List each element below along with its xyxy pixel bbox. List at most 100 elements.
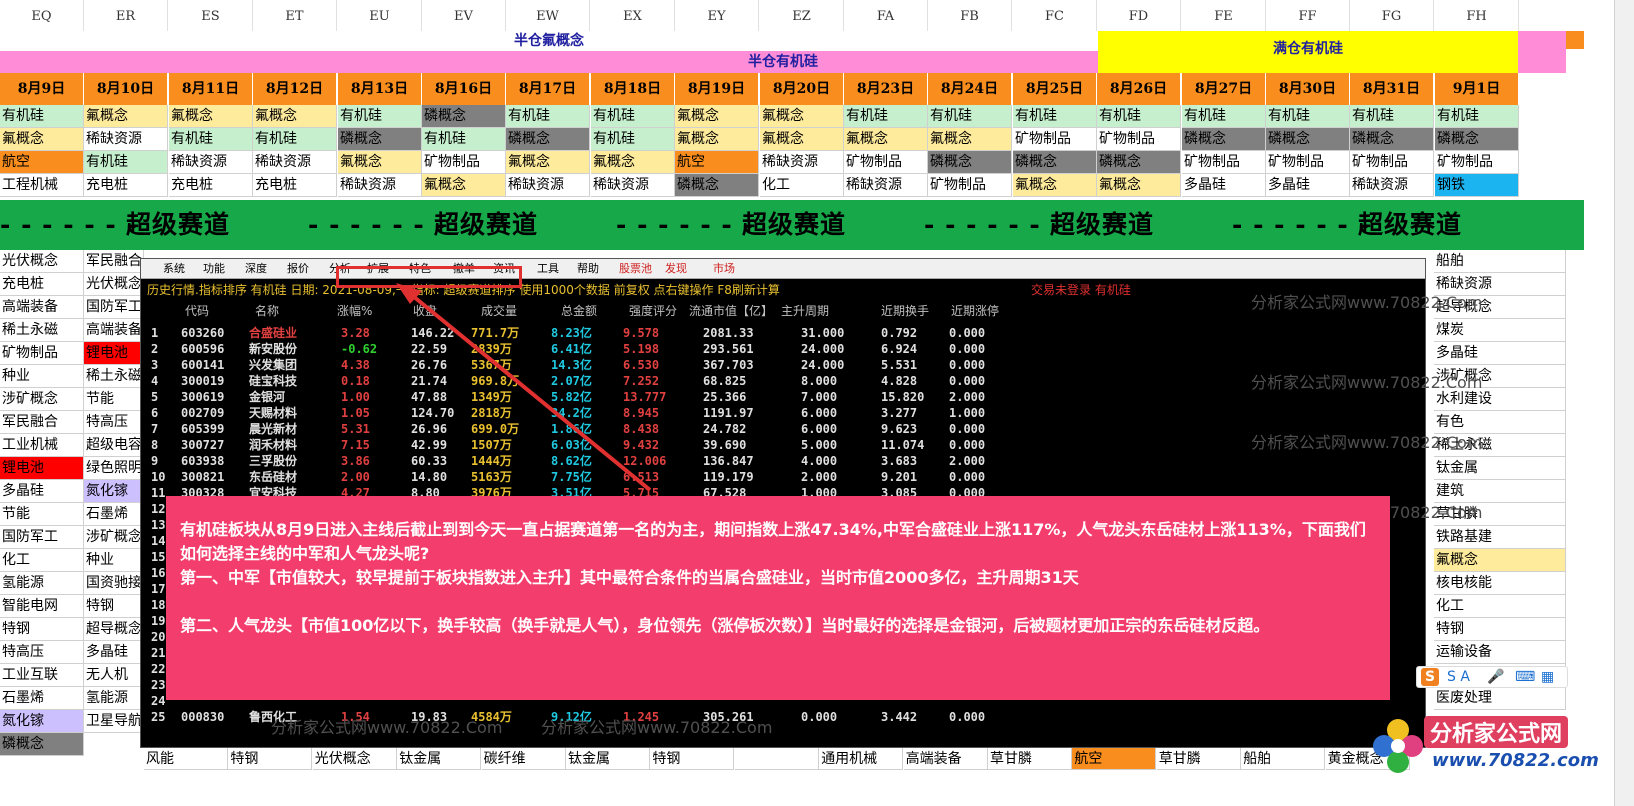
concept-cell[interactable]: 锂电池 (84, 342, 144, 365)
concept-cell[interactable]: 航空 (1072, 748, 1157, 770)
concept-cell[interactable]: 氟概念 (928, 128, 1012, 151)
column-header[interactable]: EU (338, 0, 422, 34)
concept-cell[interactable]: 种业 (84, 549, 144, 572)
concept-cell[interactable]: 涉矿概念 (0, 388, 84, 411)
concept-cell[interactable]: 矿物制品 (1182, 151, 1266, 174)
concept-cell[interactable]: 船舶 (1241, 748, 1326, 770)
concept-cell[interactable]: 涉矿概念 (84, 526, 144, 549)
concept-cell[interactable]: 有机硅 (422, 128, 506, 151)
concept-cell[interactable]: 矿物制品 (928, 174, 1012, 197)
concept-cell[interactable]: 船舶 (1434, 250, 1566, 273)
concept-cell[interactable]: 有机硅 (844, 105, 928, 128)
terminal-menu-item[interactable]: 系统 (163, 259, 185, 279)
concept-cell[interactable]: 特高压 (0, 641, 84, 664)
concept-cell[interactable]: 核电核能 (1434, 572, 1566, 595)
concept-cell[interactable]: 风能 (144, 748, 228, 770)
column-header[interactable]: FE (1182, 0, 1266, 34)
concept-cell[interactable]: 涉矿概念 (1434, 365, 1566, 388)
concept-cell[interactable]: 钛金属 (1434, 457, 1566, 480)
concept-cell[interactable]: 草甘膦 (988, 748, 1072, 770)
concept-cell[interactable]: 无人机 (84, 664, 144, 687)
terminal-menu-item[interactable]: 股票池 (619, 259, 652, 279)
terminal-menu-item[interactable]: 报价 (287, 259, 309, 279)
concept-cell[interactable]: 高端装备 (0, 296, 84, 319)
concept-cell[interactable]: 稀缺资源 (1350, 174, 1434, 197)
concept-cell[interactable]: 氟概念 (506, 151, 590, 174)
concept-cell[interactable]: 磷概念 (1097, 151, 1181, 174)
terminal-menu-item[interactable]: 发现 (665, 259, 687, 279)
concept-cell[interactable]: 矿物制品 (1013, 128, 1097, 151)
vertical-scrollbar[interactable] (1614, 0, 1634, 806)
concept-cell[interactable]: 特钢 (0, 618, 84, 641)
concept-cell[interactable]: 氟概念 (675, 105, 759, 128)
concept-cell[interactable]: 稀土永磁 (1434, 434, 1566, 457)
concept-cell[interactable]: 稀缺资源 (844, 174, 928, 197)
concept-cell[interactable]: 化工 (1434, 595, 1566, 618)
concept-cell[interactable]: 节能 (0, 503, 84, 526)
concept-cell[interactable]: 稀缺资源 (760, 151, 844, 174)
concept-cell[interactable]: 特高压 (84, 411, 144, 434)
concept-cell[interactable]: 氟概念 (338, 151, 422, 174)
concept-cell[interactable]: 稀缺资源 (169, 151, 253, 174)
terminal-menu-item[interactable]: 深度 (245, 259, 267, 279)
concept-cell[interactable]: 有机硅 (1097, 105, 1181, 128)
concept-cell[interactable]: 氢能源 (84, 687, 144, 710)
concept-cell[interactable]: 航空 (0, 151, 84, 174)
concept-cell[interactable]: 氟概念 (1013, 174, 1097, 197)
concept-cell[interactable]: 钛金属 (397, 748, 482, 770)
concept-cell[interactable]: 矿物制品 (1266, 151, 1350, 174)
concept-cell[interactable]: 有机硅 (0, 105, 84, 128)
column-header[interactable]: FC (1013, 0, 1097, 34)
concept-cell[interactable]: 特钢 (84, 595, 144, 618)
column-header[interactable]: ER (84, 0, 168, 34)
concept-cell[interactable]: 有机硅 (84, 151, 168, 174)
concept-cell[interactable]: 有色 (1434, 411, 1566, 434)
concept-cell[interactable]: 氟概念 (0, 128, 84, 151)
concept-cell[interactable]: 草甘膦 (1156, 748, 1241, 770)
concept-cell[interactable]: 充电桩 (84, 174, 168, 197)
ime-toolbar[interactable]: S S A 🎤 ⌨ ▦ (1416, 666, 1568, 688)
concept-cell[interactable]: 工程机械 (0, 174, 84, 197)
concept-cell[interactable]: 煤炭 (1434, 319, 1566, 342)
concept-cell[interactable]: 氟概念 (1434, 549, 1566, 572)
concept-cell[interactable]: 稀缺资源 (1434, 273, 1566, 296)
column-header[interactable]: FG (1350, 0, 1434, 34)
column-header[interactable]: FH (1435, 0, 1519, 34)
concept-cell[interactable]: 氟概念 (760, 128, 844, 151)
concept-cell[interactable]: 高端装备 (903, 748, 988, 770)
terminal-menu-item[interactable]: 功能 (203, 259, 225, 279)
concept-cell[interactable]: 磷概念 (1435, 128, 1519, 151)
concept-cell[interactable]: 矿物制品 (1350, 151, 1434, 174)
concept-cell[interactable]: 石墨烯 (84, 503, 144, 526)
terminal-menu-item[interactable]: 市场 (713, 259, 735, 279)
column-header[interactable]: FB (928, 0, 1012, 34)
concept-cell[interactable]: 多晶硅 (1266, 174, 1350, 197)
concept-cell[interactable]: 稀缺资源 (84, 128, 168, 151)
column-header[interactable]: FD (1097, 0, 1181, 34)
concept-cell[interactable]: 光伏概念 (312, 748, 397, 770)
concept-cell[interactable]: 磷概念 (338, 128, 422, 151)
concept-cell[interactable]: 有机硅 (1266, 105, 1350, 128)
concept-cell[interactable]: 矿物制品 (1435, 151, 1519, 174)
concept-cell[interactable]: 氮化镓 (84, 480, 144, 503)
concept-cell[interactable]: 超导概念 (1434, 296, 1566, 319)
concept-cell[interactable]: 充电桩 (253, 174, 337, 197)
concept-cell[interactable]: 特钢 (1434, 618, 1566, 641)
concept-cell[interactable]: 充电桩 (0, 273, 84, 296)
concept-cell[interactable]: 多晶硅 (1182, 174, 1266, 197)
keyboard-icon[interactable]: ⌨ (1515, 667, 1535, 687)
concept-cell[interactable]: 有机硅 (591, 105, 675, 128)
column-header[interactable]: ET (253, 0, 337, 34)
concept-cell[interactable]: 锂电池 (0, 457, 84, 480)
concept-cell[interactable]: 有机硅 (1350, 105, 1434, 128)
concept-cell[interactable] (734, 748, 819, 770)
concept-cell[interactable]: 军民融合 (84, 250, 144, 273)
column-header[interactable]: EQ (0, 0, 84, 34)
concept-cell[interactable]: 钢铁 (1435, 174, 1519, 197)
concept-cell[interactable]: 矿物制品 (1097, 128, 1181, 151)
concept-cell[interactable]: 智能电网 (0, 595, 84, 618)
concept-cell[interactable]: 氟概念 (1097, 174, 1181, 197)
concept-cell[interactable]: 钛金属 (566, 748, 650, 770)
concept-cell[interactable]: 工业机械 (0, 434, 84, 457)
concept-cell[interactable]: 有机硅 (169, 128, 253, 151)
